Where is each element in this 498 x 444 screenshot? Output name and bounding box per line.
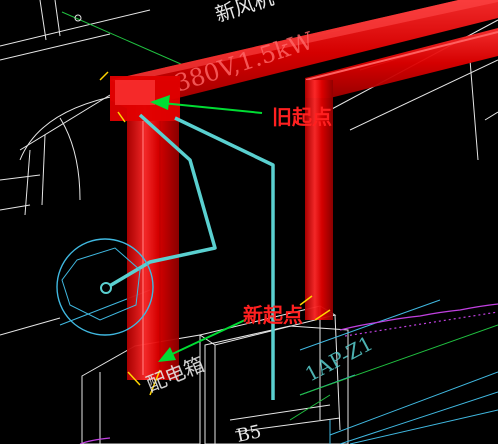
panel-id-label: 1AP-Z1	[301, 331, 377, 386]
panel-sub-label: B5	[235, 421, 264, 444]
drawing-canvas[interactable]: 新风机 380V,1.5kW 配电箱 1AP-Z1 B5 旧起点 新起点	[0, 0, 498, 444]
old-start-annotation: 旧起点	[272, 105, 332, 129]
cad-viewport[interactable]: 新风机 380V,1.5kW 配电箱 1AP-Z1 B5 旧起点 新起点	[0, 0, 498, 444]
new-start-annotation: 新起点	[243, 303, 303, 327]
equipment-label-top: 新风机	[212, 0, 276, 27]
